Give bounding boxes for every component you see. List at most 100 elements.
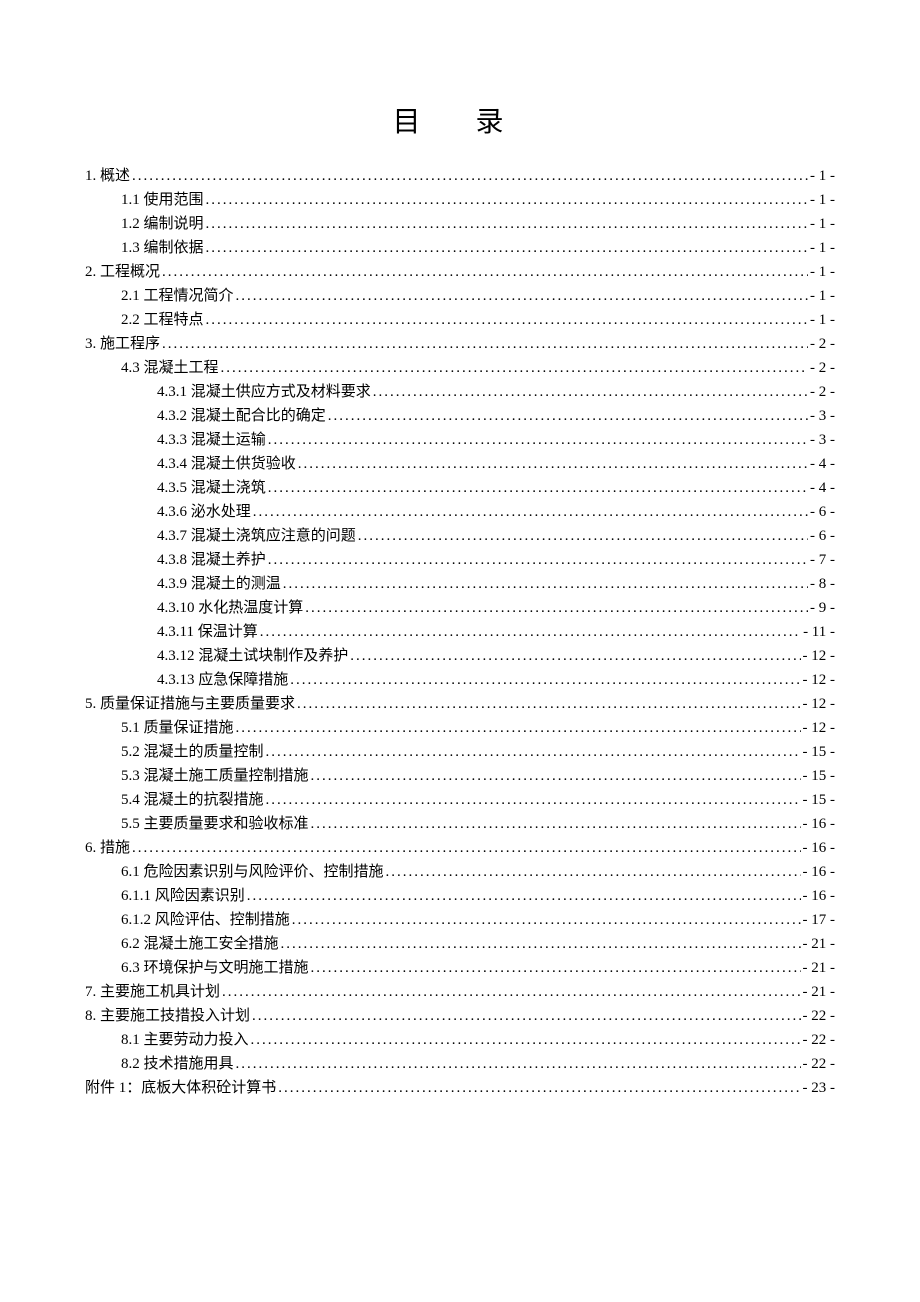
toc-entry-page: - 16 - <box>803 884 836 908</box>
toc-entry-page: - 16 - <box>803 836 836 860</box>
toc-entry-page: - 21 - <box>803 980 836 1004</box>
toc-entry-page: - 2 - <box>810 380 835 404</box>
toc-leader-dots <box>253 500 808 524</box>
toc-entry-label: 3. 施工程序 <box>85 332 160 356</box>
toc-entry: 4.3.2 混凝土配合比的确定- 3 - <box>85 404 835 428</box>
toc-leader-dots <box>206 308 808 332</box>
toc-entry-page: - 23 - <box>803 1076 836 1100</box>
toc-entry-label: 4.3.13 应急保障措施 <box>157 668 288 692</box>
toc-entry-label: 5. 质量保证措施与主要质量要求 <box>85 692 295 716</box>
toc-leader-dots <box>311 764 801 788</box>
toc-leader-dots <box>292 908 801 932</box>
toc-entry-page: - 15 - <box>803 764 836 788</box>
toc-entry: 6.2 混凝土施工安全措施- 21 - <box>85 932 835 956</box>
toc-leader-dots <box>358 524 808 548</box>
toc-list: 1. 概述- 1 -1.1 使用范围- 1 -1.2 编制说明- 1 -1.3 … <box>85 164 835 1100</box>
toc-entry: 6.1.2 风险评估、控制措施- 17 - <box>85 908 835 932</box>
toc-entry-page: - 2 - <box>810 356 835 380</box>
toc-entry-page: - 1 - <box>810 164 835 188</box>
toc-entry-label: 8.2 技术措施用具 <box>121 1052 234 1076</box>
toc-entry-label: 6.2 混凝土施工安全措施 <box>121 932 279 956</box>
toc-entry: 3. 施工程序- 2 - <box>85 332 835 356</box>
toc-leader-dots <box>266 740 801 764</box>
toc-entry-label: 1.2 编制说明 <box>121 212 204 236</box>
toc-entry: 1.1 使用范围 - 1 - <box>85 188 835 212</box>
toc-entry: 4.3.3 混凝土运输- 3 - <box>85 428 835 452</box>
toc-leader-dots <box>260 620 801 644</box>
toc-leader-dots <box>221 356 808 380</box>
toc-leader-dots <box>311 812 801 836</box>
toc-leader-dots <box>328 404 808 428</box>
toc-entry-label: 5.1 质量保证措施 <box>121 716 234 740</box>
toc-entry-page: - 16 - <box>803 812 836 836</box>
toc-entry-label: 附件 1：底板大体积砼计算书 <box>85 1076 276 1100</box>
toc-entry-page: - 22 - <box>803 1028 836 1052</box>
toc-entry-label: 4.3.3 混凝土运输 <box>157 428 266 452</box>
toc-entry: 8.2 技术措施用具- 22 - <box>85 1052 835 1076</box>
toc-entry-label: 2. 工程概况 <box>85 260 160 284</box>
toc-entry-page: - 22 - <box>803 1004 836 1028</box>
toc-entry-page: - 1 - <box>810 260 835 284</box>
toc-entry-label: 4.3.7 混凝土浇筑应注意的问题 <box>157 524 356 548</box>
toc-leader-dots <box>283 572 808 596</box>
toc-entry-page: - 9 - <box>810 596 835 620</box>
toc-leader-dots <box>386 860 801 884</box>
toc-entry-label: 7. 主要施工机具计划 <box>85 980 220 1004</box>
toc-leader-dots <box>297 692 800 716</box>
toc-entry: 7. 主要施工机具计划 - 21 - <box>85 980 835 1004</box>
toc-leader-dots <box>206 188 808 212</box>
toc-entry-label: 6. 措施 <box>85 836 130 860</box>
toc-entry: 6.3 环境保护与文明施工措施 - 21 - <box>85 956 835 980</box>
toc-entry: 5.4 混凝土的抗裂措施 - 15 - <box>85 788 835 812</box>
toc-entry-page: - 1 - <box>810 284 835 308</box>
toc-entry-label: 4.3.4 混凝土供货验收 <box>157 452 296 476</box>
toc-leader-dots <box>247 884 801 908</box>
toc-entry-label: 8.1 主要劳动力投入 <box>121 1028 249 1052</box>
toc-entry-label: 5.3 混凝土施工质量控制措施 <box>121 764 309 788</box>
toc-leader-dots <box>350 644 800 668</box>
toc-entry: 5.3 混凝土施工质量控制措施 - 15 - <box>85 764 835 788</box>
toc-entry-label: 1.1 使用范围 <box>121 188 204 212</box>
toc-entry-page: - 17 - <box>803 908 836 932</box>
toc-entry: 8.1 主要劳动力投入 - 22 - <box>85 1028 835 1052</box>
toc-leader-dots <box>132 836 800 860</box>
toc-entry-page: - 15 - <box>803 740 836 764</box>
toc-entry-label: 4.3.9 混凝土的测温 <box>157 572 281 596</box>
toc-entry: 4.3.4 混凝土供货验收 - 4 - <box>85 452 835 476</box>
toc-entry: 6.1 危险因素识别与风险评价、控制措施- 16 - <box>85 860 835 884</box>
toc-entry-page: - 4 - <box>810 476 835 500</box>
toc-entry-label: 4.3.10 水化热温度计算 <box>157 596 303 620</box>
toc-leader-dots <box>305 596 808 620</box>
toc-leader-dots <box>132 164 808 188</box>
toc-entry: 附件 1：底板大体积砼计算书 - 23 - <box>85 1076 835 1100</box>
toc-leader-dots <box>298 452 808 476</box>
toc-entry-label: 5.4 混凝土的抗裂措施 <box>121 788 264 812</box>
toc-entry-label: 4.3.6 泌水处理 <box>157 500 251 524</box>
toc-entry-page: - 12 - <box>803 668 836 692</box>
toc-entry: 4.3.11 保温计算- 11 - <box>85 620 835 644</box>
toc-leader-dots <box>236 716 801 740</box>
toc-entry-page: - 1 - <box>810 188 835 212</box>
toc-leader-dots <box>162 260 808 284</box>
toc-leader-dots <box>268 428 808 452</box>
toc-entry-page: - 8 - <box>810 572 835 596</box>
toc-entry-page: - 7 - <box>810 548 835 572</box>
toc-entry-label: 5.2 混凝土的质量控制 <box>121 740 264 764</box>
toc-entry-label: 4.3.12 混凝土试块制作及养护 <box>157 644 348 668</box>
toc-leader-dots <box>206 236 808 260</box>
toc-entry-page: - 4 - <box>810 452 835 476</box>
toc-entry-label: 6.3 环境保护与文明施工措施 <box>121 956 309 980</box>
toc-entry-page: - 6 - <box>810 500 835 524</box>
toc-entry: 5.2 混凝土的质量控制 - 15 - <box>85 740 835 764</box>
toc-entry-page: - 1 - <box>810 308 835 332</box>
toc-entry: 1. 概述- 1 - <box>85 164 835 188</box>
toc-entry: 5. 质量保证措施与主要质量要求- 12 - <box>85 692 835 716</box>
toc-leader-dots <box>278 1076 800 1100</box>
toc-entry: 4.3.6 泌水处理 - 6 - <box>85 500 835 524</box>
toc-entry-page: - 21 - <box>803 956 836 980</box>
toc-entry-label: 4.3.11 保温计算 <box>157 620 258 644</box>
toc-entry-label: 2.1 工程情况简介 <box>121 284 234 308</box>
toc-entry: 4.3.7 混凝土浇筑应注意的问题- 6 - <box>85 524 835 548</box>
toc-entry-page: - 15 - <box>803 788 836 812</box>
toc-leader-dots <box>251 1028 801 1052</box>
